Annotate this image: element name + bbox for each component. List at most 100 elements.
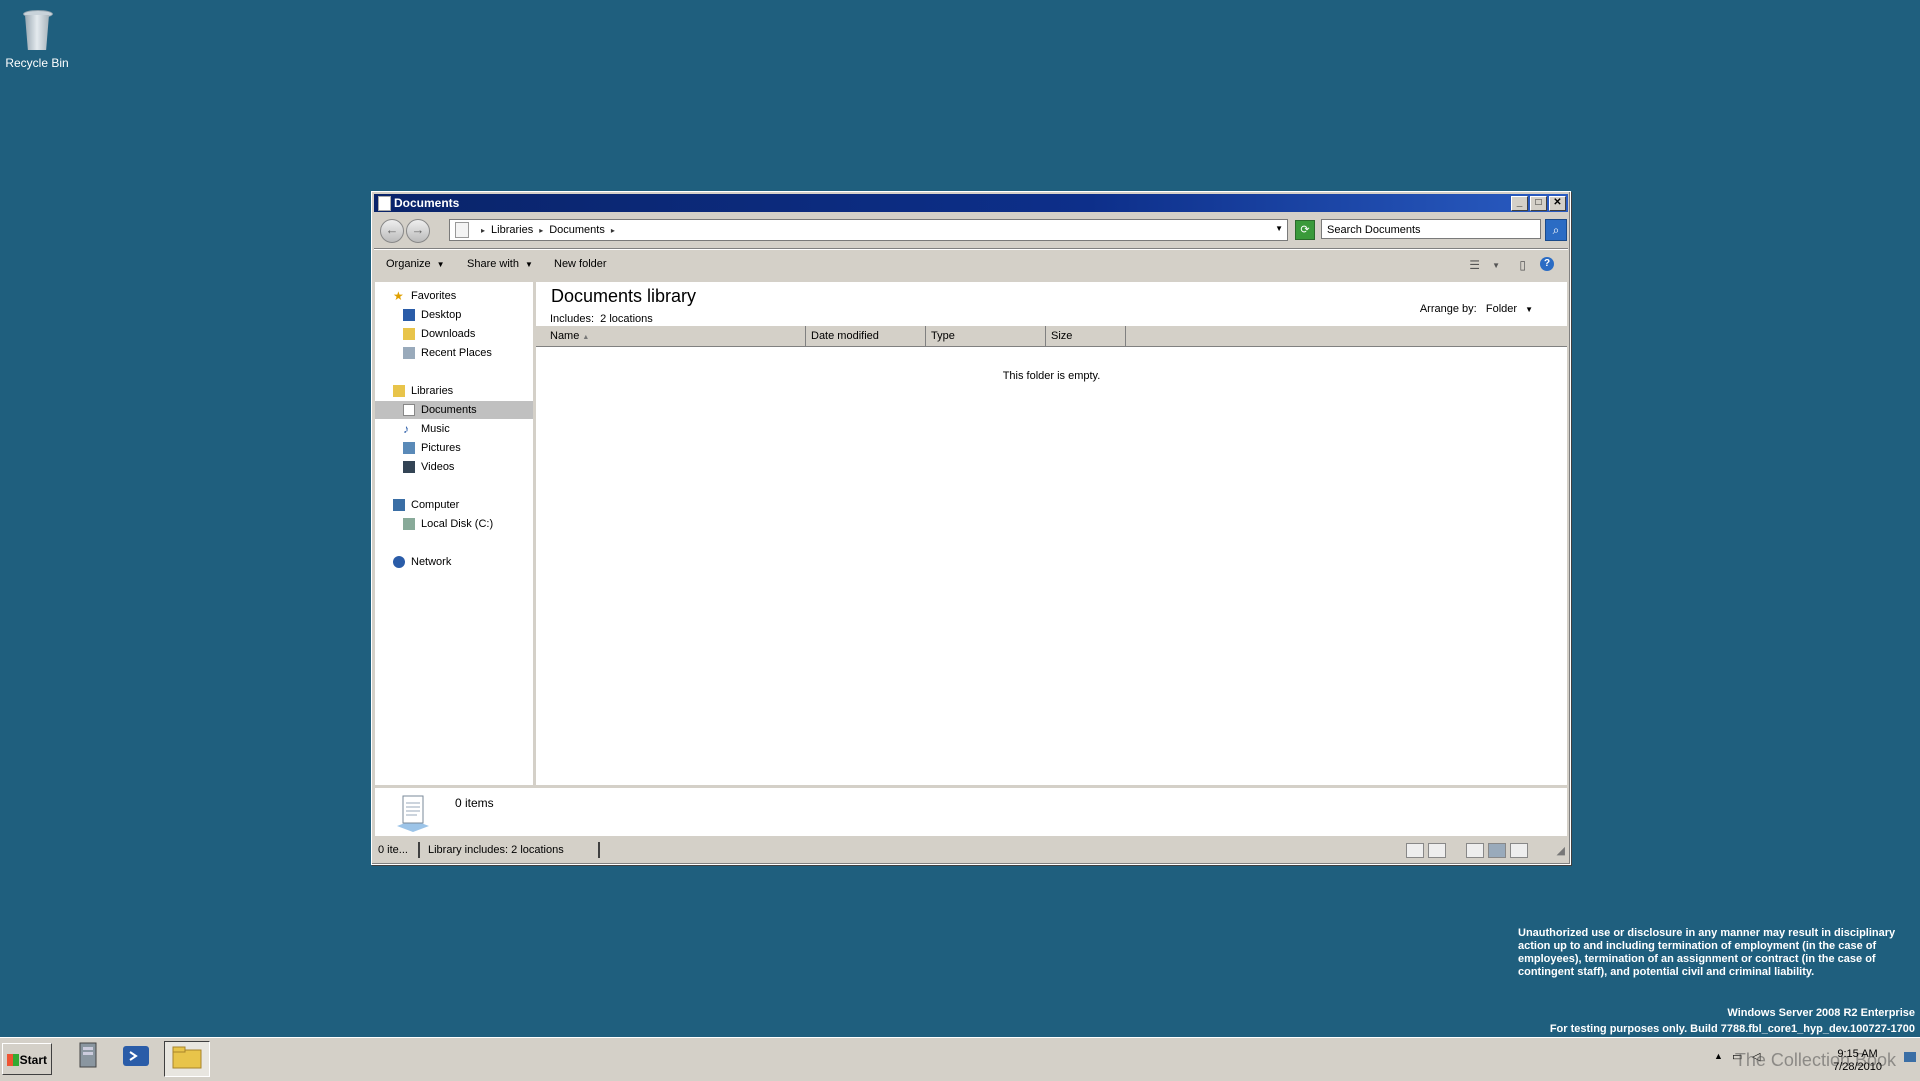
nav-computer[interactable]: Computer — [393, 496, 459, 514]
status-library: Library includes: 2 locations — [424, 842, 600, 858]
nav-downloads[interactable]: Downloads — [403, 325, 475, 343]
recycle-bin-label: Recycle Bin — [5, 56, 69, 70]
documents-library-icon — [397, 795, 429, 832]
nav-music[interactable]: ♪ Music — [403, 420, 450, 438]
column-type[interactable]: Type — [926, 326, 1046, 346]
breadcrumb-arrow-icon[interactable]: ▸ — [611, 226, 615, 235]
back-button[interactable]: ← — [380, 219, 404, 243]
library-includes[interactable]: Includes: 2 locations — [550, 313, 653, 325]
library-icon — [455, 222, 469, 238]
document-icon — [378, 196, 391, 211]
resize-grip-icon[interactable]: ◢ — [1557, 844, 1565, 857]
view-options-icon[interactable]: ☰ — [1469, 258, 1480, 272]
layout-preview-icon[interactable] — [1510, 843, 1528, 858]
taskbar-powershell[interactable] — [116, 1041, 156, 1077]
nav-local-disk[interactable]: Local Disk (C:) — [403, 515, 493, 533]
preview-pane-icon[interactable]: ▯ — [1519, 258, 1526, 272]
taskbar-server-manager[interactable] — [68, 1041, 108, 1077]
column-date-modified[interactable]: Date modified — [806, 326, 926, 346]
items-count: 0 items — [455, 796, 494, 810]
breadcrumb-libraries[interactable]: Libraries — [491, 224, 533, 236]
recycle-bin-icon — [20, 6, 54, 52]
disk-icon — [403, 518, 415, 531]
empty-message: This folder is empty. — [1002, 370, 1101, 382]
organize-button[interactable]: Organize ▼ — [386, 258, 445, 270]
close-button[interactable]: ✕ — [1549, 196, 1566, 211]
videos-icon — [403, 461, 415, 474]
clock-date: 7/28/2010 — [1833, 1061, 1882, 1073]
address-row: ← → ▸ Libraries ▸ Documents ▸ ▼ ⟳ Search… — [374, 214, 1568, 246]
status-bar: 0 ite... Library includes: 2 locations ◢ — [374, 838, 1568, 862]
new-folder-button[interactable]: New folder — [554, 258, 607, 270]
downloads-icon — [403, 328, 415, 341]
windows-logo-icon — [7, 1054, 19, 1066]
arrange-value[interactable]: Folder — [1486, 303, 1517, 315]
star-icon: ★ — [393, 289, 404, 304]
clock[interactable]: 9:15 AM 7/28/2010 — [1833, 1048, 1882, 1074]
recent-places-icon — [403, 347, 415, 360]
page-title: Documents library — [551, 286, 697, 306]
arrange-by[interactable]: Arrange by: Folder ▼ — [1420, 303, 1533, 315]
search-input[interactable]: Search Documents — [1321, 219, 1541, 239]
folder-icon — [172, 1046, 202, 1069]
nav-documents[interactable]: Documents — [403, 401, 477, 419]
share-with-button[interactable]: Share with ▼ — [467, 258, 533, 270]
network-icon — [393, 556, 405, 569]
powershell-icon — [123, 1046, 149, 1066]
nav-libraries[interactable]: Libraries — [393, 382, 453, 400]
forward-button[interactable]: → — [406, 219, 430, 243]
breadcrumb-arrow-icon[interactable]: ▸ — [539, 226, 543, 235]
window-title: Documents — [394, 196, 460, 210]
address-bar[interactable]: ▸ Libraries ▸ Documents ▸ ▼ — [449, 219, 1288, 241]
minimize-button[interactable]: _ — [1511, 196, 1528, 211]
layout-icon[interactable] — [1466, 843, 1484, 858]
search-icon[interactable]: ⌕ — [1545, 219, 1567, 241]
status-view-icons — [1402, 843, 1528, 858]
column-size[interactable]: Size — [1046, 326, 1126, 346]
nav-videos[interactable]: Videos — [403, 458, 454, 476]
command-bar: Organize ▼ Share with ▼ New folder ☰ ▼ ▯ ? — [374, 250, 1568, 280]
nav-desktop[interactable]: Desktop — [403, 306, 461, 324]
legal-notice: Unauthorized use or disclosure in any ma… — [1518, 927, 1896, 978]
system-tray: ▲ ▭ ◁ The Collection Book 9:15 AM 7/28/2… — [1706, 1042, 1916, 1076]
libraries-icon — [393, 385, 405, 398]
refresh-icon[interactable]: ⟳ — [1295, 220, 1315, 240]
title-bar[interactable]: Documents _ □ ✕ — [374, 194, 1568, 212]
details-pane: 0 items — [375, 788, 1567, 836]
content-pane: Documents library Includes: 2 locations … — [536, 282, 1567, 785]
breadcrumb-documents[interactable]: Documents — [549, 224, 605, 236]
clock-time: 9:15 AM — [1837, 1048, 1878, 1060]
recycle-bin[interactable]: Recycle Bin — [4, 6, 70, 70]
build-text: For testing purposes only. Build 7788.fb… — [1549, 1023, 1915, 1035]
nav-recent-places[interactable]: Recent Places — [403, 344, 492, 362]
breadcrumb-arrow-icon[interactable]: ▸ — [481, 226, 485, 235]
desktop-icon — [403, 309, 415, 322]
maximize-button[interactable]: □ — [1530, 196, 1547, 211]
show-desktop-icon[interactable] — [1904, 1052, 1916, 1062]
document-icon — [403, 404, 415, 417]
edition-text: Windows Server 2008 R2 Enterprise — [1727, 1007, 1915, 1019]
layout-details-icon[interactable] — [1488, 843, 1506, 858]
thumbnail-view-icon[interactable] — [1427, 843, 1446, 858]
taskbar-explorer[interactable] — [164, 1041, 210, 1077]
nav-pictures[interactable]: Pictures — [403, 439, 461, 457]
details-view-icon[interactable] — [1405, 843, 1424, 858]
column-header-row: Name ▲ Date modified Type Size — [536, 326, 1567, 347]
address-dropdown-icon[interactable]: ▼ — [1275, 224, 1283, 233]
explorer-window: Documents _ □ ✕ ← → ▸ Libraries ▸ Docume… — [371, 191, 1571, 865]
show-hidden-icons-icon[interactable]: ▲ — [1714, 1051, 1723, 1061]
nav-favorites[interactable]: ★ Favorites — [393, 287, 456, 305]
nav-network[interactable]: Network — [393, 553, 451, 571]
taskbar: Start ▲ ▭ ◁ The Collection Book 9:15 AM … — [0, 1037, 1920, 1081]
help-icon[interactable]: ? — [1540, 257, 1554, 271]
column-name[interactable]: Name ▲ — [536, 326, 806, 346]
sort-arrow-icon: ▲ — [582, 334, 590, 341]
server-manager-icon — [79, 1042, 97, 1068]
view-dropdown-icon[interactable]: ▼ — [1492, 261, 1500, 270]
pictures-icon — [403, 442, 415, 455]
navigation-pane: ★ Favorites Desktop Downloads Recent Plac… — [375, 282, 536, 785]
start-button[interactable]: Start — [2, 1043, 52, 1075]
chevron-down-icon[interactable]: ▼ — [1525, 305, 1533, 314]
status-items: 0 ite... — [378, 842, 420, 858]
build-info: Windows Server 2008 R2 Enterprise For te… — [1550, 1005, 1915, 1037]
